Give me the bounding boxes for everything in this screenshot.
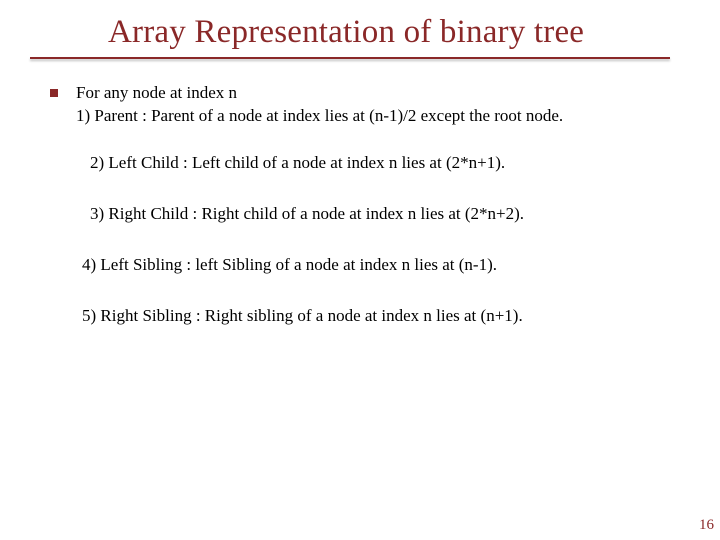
lead-row: For any node at index n 1) Parent : Pare… xyxy=(50,82,680,128)
rule-right-sibling: 5) Right Sibling : Right sibling of a no… xyxy=(82,305,680,328)
rule-left-child: 2) Left Child : Left child of a node at … xyxy=(90,152,680,175)
slide-body: For any node at index n 1) Parent : Pare… xyxy=(50,82,680,356)
square-bullet-icon xyxy=(50,89,58,97)
slide: Array Representation of binary tree For … xyxy=(0,0,720,540)
lead-text: For any node at index n 1) Parent : Pare… xyxy=(76,82,680,128)
lead-line-1: For any node at index n xyxy=(76,83,237,102)
page-number: 16 xyxy=(699,517,714,534)
title-underline xyxy=(30,57,670,59)
rule-left-sibling: 4) Left Sibling : left Sibling of a node… xyxy=(82,254,680,277)
slide-title: Array Representation of binary tree xyxy=(108,14,584,51)
lead-line-2: 1) Parent : Parent of a node at index li… xyxy=(76,106,563,125)
rules-block: 2) Left Child : Left child of a node at … xyxy=(50,152,680,328)
rule-right-child: 3) Right Child : Right child of a node a… xyxy=(90,203,680,226)
